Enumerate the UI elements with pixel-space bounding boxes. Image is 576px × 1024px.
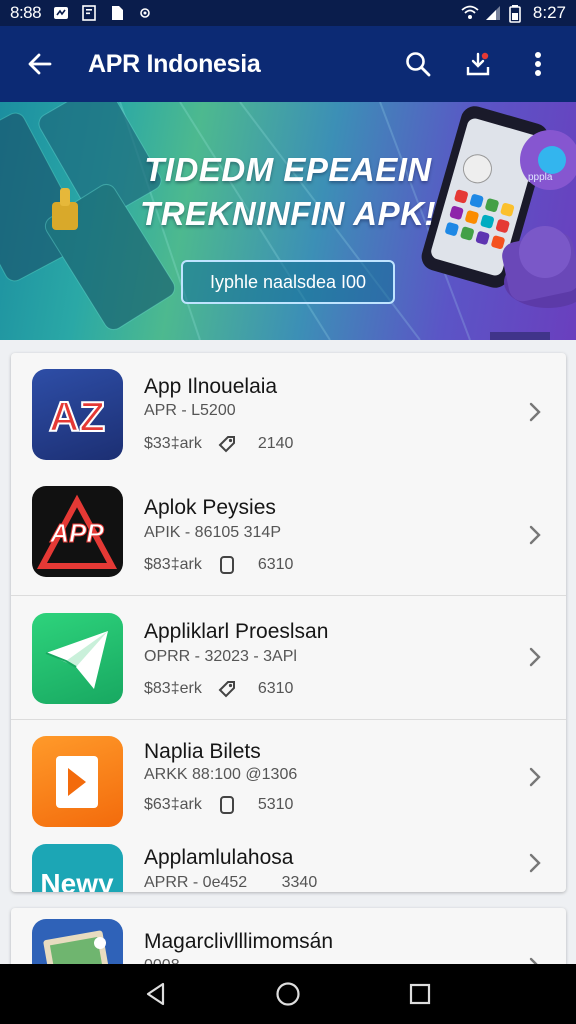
app-meta: APRR - 0e452 — [144, 874, 248, 891]
app-row-3[interactable]: Appliklarl Proeslsan OPRR - 32023 - 3APl… — [11, 596, 566, 720]
system-nav-bar — [0, 964, 576, 1024]
newy-icon: Newy — [32, 844, 123, 892]
signal-icon — [485, 5, 501, 21]
app-count: 3340 — [281, 874, 318, 891]
app-meta: APR - L5200 — [144, 402, 236, 419]
phone-icon — [216, 554, 238, 576]
phone-icon — [216, 794, 238, 816]
az-logo-icon: AZ — [32, 369, 123, 460]
promo-banner[interactable]: pppla TIDEDM EPEAEIN TREKNINFIN APK! Iyp… — [0, 102, 576, 340]
app-list-card: AZ App Ilnouelaia APR - L5200 $33‡ark 21… — [11, 353, 566, 892]
svg-text:Newy: Newy — [40, 868, 114, 892]
download-notification-button[interactable] — [458, 44, 498, 84]
wifi-icon — [461, 5, 479, 21]
app-meta: OPRR - 32023 - 3APl — [144, 648, 297, 665]
app-count: 2140 — [257, 435, 294, 452]
app-name: App Ilnouelaia — [144, 375, 278, 398]
app-name: Appliklarl Proeslsan — [144, 620, 329, 643]
notification-icon — [53, 5, 69, 21]
tag-icon — [216, 678, 238, 700]
app-count: 6310 — [257, 556, 294, 573]
app-meta: APIK - 86105 314P — [144, 524, 281, 541]
download-notification-icon — [466, 52, 490, 76]
app-row-2[interactable]: APP Aplok Peysies APIK - 86105 314P $83‡… — [11, 476, 566, 596]
chevron-right-icon — [529, 853, 541, 873]
chevron-right-icon — [529, 525, 541, 545]
more-options-button[interactable] — [518, 44, 558, 84]
file-icon — [109, 5, 125, 21]
app-name: Magarclivlllimomsán — [144, 930, 334, 953]
back-arrow-icon — [28, 53, 52, 75]
app-bar: APR Indonesia — [0, 26, 576, 102]
banner-headline-line2: TREKNINFIN APK! — [140, 195, 436, 232]
status-time-left: 8:88 — [10, 3, 42, 22]
sync-icon — [137, 5, 153, 21]
banner-mini-label: pppla — [528, 172, 553, 183]
app-count: 6310 — [257, 680, 294, 697]
chevron-right-icon — [529, 402, 541, 422]
app-size: $83‡erk — [144, 680, 202, 697]
banner-headline: TIDEDM EPEAEIN TREKNINFIN APK! — [118, 148, 458, 236]
svg-text:AZ: AZ — [49, 393, 105, 440]
app-name: Naplia Bilets — [144, 740, 261, 763]
app-name: Aplok Peysies — [144, 496, 276, 519]
paper-plane-icon — [32, 613, 123, 704]
app-size: $33‡ark — [144, 435, 202, 452]
more-vert-icon — [535, 52, 541, 76]
banner-headline-line1: TIDEDM EPEAEIN — [144, 151, 432, 188]
app-count: 5310 — [257, 796, 294, 813]
app-row-5[interactable]: Newy Applamlulahosa APRR - 0e452 3340 — [11, 830, 566, 892]
play-d-icon — [32, 736, 123, 827]
chevron-right-icon — [529, 647, 541, 667]
search-button[interactable] — [398, 44, 438, 84]
triangle-back-icon — [146, 982, 165, 1006]
app-row-4[interactable]: Naplia Bilets ARKK 88:100 @1306 $63‡ark … — [11, 720, 566, 830]
tag-icon — [216, 433, 238, 455]
document-icon — [81, 5, 97, 21]
nav-recents-button[interactable] — [400, 974, 440, 1014]
app-meta: ARKK 88:100 @1306 — [144, 766, 298, 783]
banner-cta-button[interactable]: Iyphle naalsdea I00 — [181, 260, 395, 304]
app-name: Applamlulahosa — [144, 846, 294, 869]
square-recents-icon — [409, 983, 431, 1005]
app-size: $63‡ark — [144, 796, 202, 813]
svg-text:APP: APP — [49, 518, 104, 548]
battery-icon — [509, 5, 525, 23]
page-title: APR Indonesia — [88, 49, 261, 78]
app-row-1[interactable]: AZ App Ilnouelaia APR - L5200 $33‡ark 21… — [11, 353, 566, 476]
app-size: $83‡ark — [144, 556, 202, 573]
status-bar: 8:88 8:27 — [0, 0, 576, 26]
app-logo-icon: APP — [32, 486, 123, 577]
circle-home-icon — [276, 982, 300, 1006]
back-button[interactable] — [20, 44, 60, 84]
nav-home-button[interactable] — [268, 974, 308, 1014]
status-time-right: 8:27 — [532, 3, 566, 22]
nav-back-button[interactable] — [136, 974, 176, 1014]
chevron-right-icon — [529, 767, 541, 787]
search-icon — [406, 52, 431, 77]
